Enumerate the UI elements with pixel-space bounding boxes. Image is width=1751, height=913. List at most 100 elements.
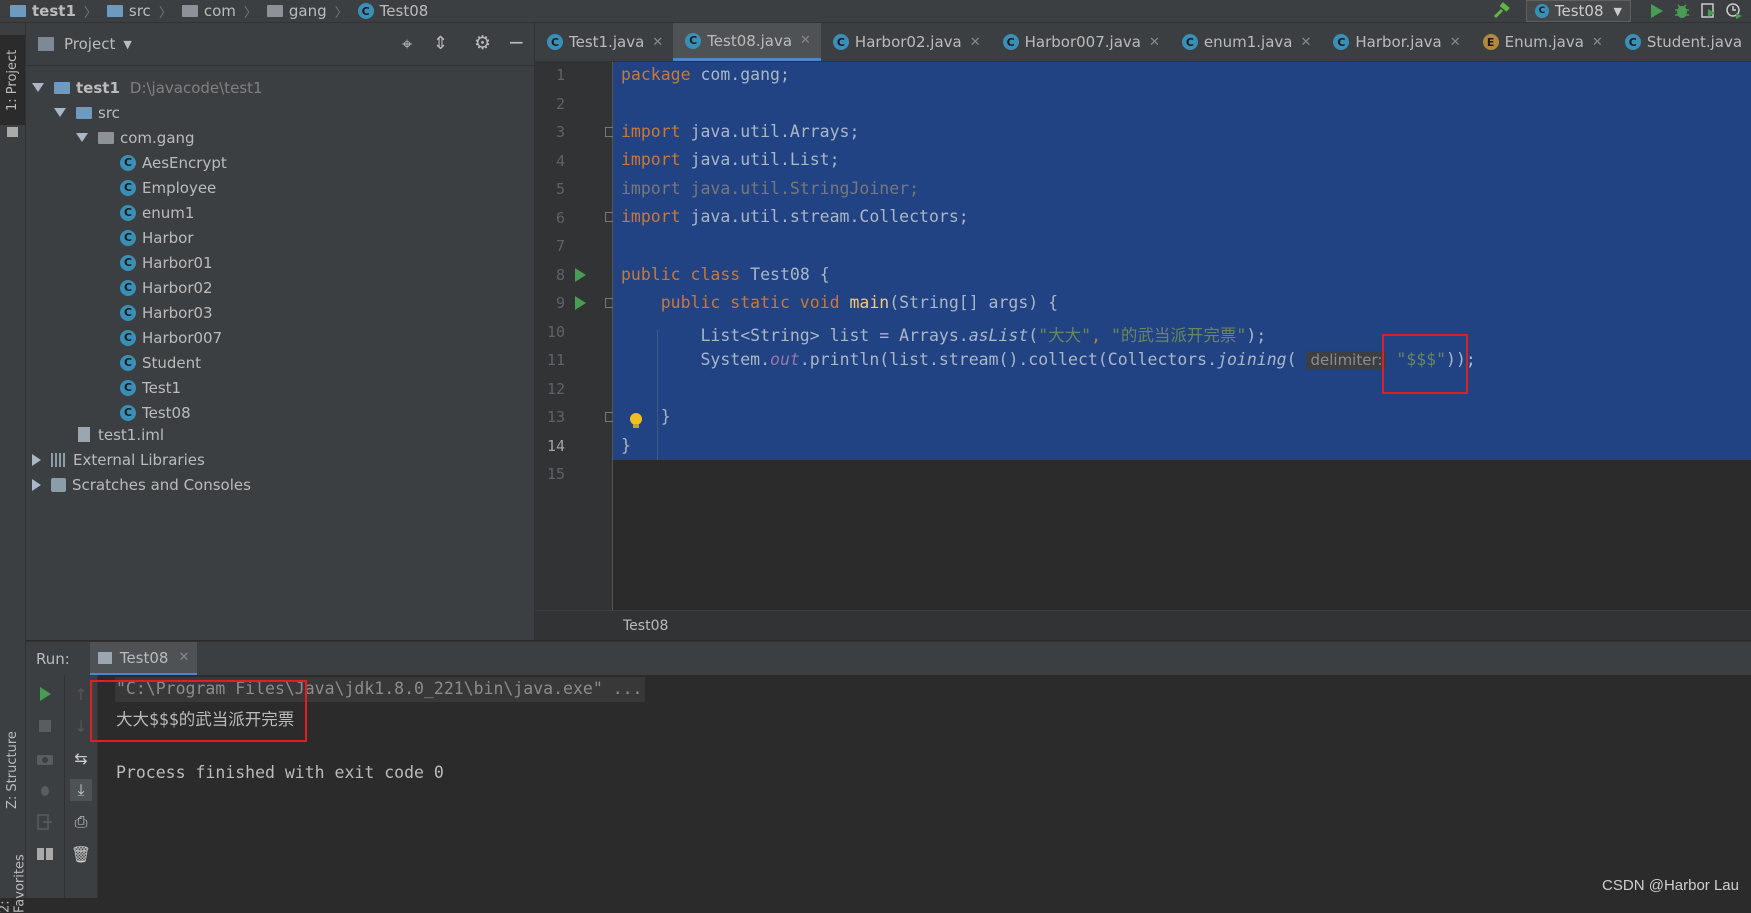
tree-root[interactable]: test1 D:\javacode\test1 xyxy=(32,75,263,100)
tree-src[interactable]: src xyxy=(54,100,120,125)
scratches-icon xyxy=(51,477,66,492)
chevron-down-icon[interactable]: ▼ xyxy=(123,38,131,51)
line-number: 9 xyxy=(555,294,565,312)
chevron-right-icon: 〉 xyxy=(158,5,172,21)
tree-external-libraries[interactable]: External Libraries xyxy=(32,447,205,472)
folder-icon xyxy=(106,5,123,17)
tree-class-item[interactable]: Cenum1 xyxy=(120,200,194,225)
editor-tab[interactable]: Cenum1.java ✕ xyxy=(1170,23,1322,61)
console-output[interactable]: "C:\Program Files\Java\jdk1.8.0_221\bin\… xyxy=(90,675,1751,898)
camera-icon[interactable] xyxy=(34,747,56,769)
chevron-right-icon: 〉 xyxy=(83,5,97,21)
code-line-8: public class Test08 { xyxy=(621,265,830,284)
profiler-button[interactable] xyxy=(1723,0,1745,22)
bug-icon[interactable] xyxy=(34,779,56,801)
close-icon[interactable]: ✕ xyxy=(1450,35,1461,50)
debug-button[interactable] xyxy=(1671,0,1693,22)
line-number: 11 xyxy=(546,351,565,369)
line-number: 15 xyxy=(546,465,565,483)
class-icon: C xyxy=(120,254,136,271)
run-with-coverage-button[interactable] xyxy=(1697,0,1719,22)
favorites-tool-tab[interactable]: 2: Favorites xyxy=(0,843,28,913)
code-line-11: System.out.println(list.stream().collect… xyxy=(621,350,1476,369)
editor-tab[interactable]: CStudent.java✕ xyxy=(1613,23,1751,61)
print-icon[interactable]: ⎙ xyxy=(70,811,92,833)
editor-tab[interactable]: C Harbor.java ✕ xyxy=(1321,23,1470,61)
editor-tab[interactable]: E Enum.java ✕ xyxy=(1471,23,1613,61)
tree-class-item[interactable]: C Test1 xyxy=(120,375,181,400)
editor-tab[interactable]: C Test08.java ✕ xyxy=(673,23,821,61)
close-icon[interactable]: ✕ xyxy=(178,650,189,665)
close-icon[interactable]: ✕ xyxy=(652,35,663,50)
run-toolbar xyxy=(26,675,65,898)
minimize-icon[interactable]: − xyxy=(508,30,525,54)
tree-class-item[interactable]: C Harbor03 xyxy=(120,300,213,325)
tree-class-item[interactable]: C Harbor01 xyxy=(120,250,213,275)
close-icon[interactable]: ✕ xyxy=(1300,35,1311,50)
exit-icon[interactable] xyxy=(34,811,56,833)
crumb-class[interactable]: C Test08 xyxy=(357,2,428,20)
up-arrow-icon[interactable]: ↑ xyxy=(70,683,92,705)
crumb-src[interactable]: src 〉 xyxy=(106,2,172,21)
lightbulb-icon[interactable] xyxy=(629,412,643,430)
project-tool-tab[interactable]: 1: Project xyxy=(0,35,25,125)
line-number: 8 xyxy=(555,265,565,284)
tree-class-item[interactable]: C Harbor02 xyxy=(120,275,213,300)
line-number: 3 xyxy=(555,123,565,141)
project-view-title[interactable]: Project xyxy=(64,35,115,53)
collapse-all-icon[interactable]: ⇕ xyxy=(433,33,448,54)
tree-class-item[interactable]: C Employee xyxy=(120,175,216,200)
close-icon[interactable]: ✕ xyxy=(800,33,811,48)
run-configuration-select[interactable]: C Test08 ▼ xyxy=(1525,0,1631,22)
editor-breadcrumb[interactable]: Test08 xyxy=(535,610,1751,640)
navigation-bar: test1 〉 src 〉 com 〉 gang 〉 C Test08 C Test08 … xyxy=(0,0,1751,23)
run-gutter-icon[interactable] xyxy=(575,296,586,310)
expand-arrow-icon[interactable] xyxy=(32,478,41,491)
build-hammer-icon[interactable] xyxy=(1490,0,1512,22)
left-tool-strip: 1: Project Z: Structure 2: Favorites xyxy=(0,23,28,913)
locate-target-icon[interactable]: ⌖ xyxy=(402,34,412,55)
tree-iml-file[interactable]: test1.iml xyxy=(78,422,164,447)
line-number: 7 xyxy=(555,237,565,255)
editor-tab[interactable]: C Test1.java ✕ xyxy=(535,23,673,61)
gear-icon[interactable]: ⚙ xyxy=(474,32,491,54)
line-number: 13 xyxy=(546,408,565,426)
crumb-project[interactable]: test1 〉 xyxy=(10,2,97,21)
package-icon xyxy=(181,5,198,17)
line-number: 4 xyxy=(555,151,565,170)
tree-class-item[interactable]: C Harbor xyxy=(120,225,194,250)
tree-class-item[interactable]: C AesEncrypt xyxy=(120,150,227,175)
expand-arrow-icon[interactable] xyxy=(32,83,44,92)
code-line-1: package com.gang; xyxy=(621,65,790,84)
soft-wrap-icon[interactable]: ⇆ xyxy=(70,747,92,769)
tree-class-item[interactable]: C Harbor007 xyxy=(120,325,222,350)
trash-icon[interactable]: 🗑 xyxy=(70,843,92,865)
stop-button[interactable] xyxy=(34,715,56,737)
structure-tool-tab[interactable]: Z: Structure xyxy=(0,723,25,818)
run-tab-test08[interactable]: Test08 ✕ xyxy=(89,642,198,676)
crumb-com[interactable]: com 〉 xyxy=(181,2,257,21)
package-icon xyxy=(266,5,283,17)
close-icon[interactable]: ✕ xyxy=(1592,35,1603,50)
run-button[interactable] xyxy=(1645,0,1667,22)
close-icon[interactable]: ✕ xyxy=(1149,35,1160,50)
layout-icon[interactable] xyxy=(34,843,56,865)
file-icon xyxy=(78,427,90,442)
expand-arrow-icon[interactable] xyxy=(76,133,88,142)
tree-scratches[interactable]: Scratches and Consoles xyxy=(32,472,251,497)
expand-arrow-icon[interactable] xyxy=(32,453,41,466)
editor-tab[interactable]: C Harbor02.java ✕ xyxy=(821,23,991,61)
rerun-button[interactable] xyxy=(34,683,56,705)
close-icon[interactable]: ✕ xyxy=(970,35,981,50)
down-arrow-icon[interactable]: ↓ xyxy=(70,715,92,737)
highlight-box xyxy=(1382,334,1468,394)
tree-class-item[interactable]: C Student xyxy=(120,350,201,375)
scroll-to-end-icon[interactable]: ⤓ xyxy=(70,779,92,801)
editor-tab[interactable]: C Harbor007.java ✕ xyxy=(991,23,1170,61)
tree-package[interactable]: com.gang xyxy=(76,125,195,150)
code-editor[interactable]: package com.gang; import java.util.Array… xyxy=(613,62,1751,610)
crumb-gang[interactable]: gang 〉 xyxy=(266,2,348,21)
run-gutter-icon[interactable] xyxy=(575,268,586,282)
expand-arrow-icon[interactable] xyxy=(54,108,66,117)
line-number: 6 xyxy=(555,208,565,227)
